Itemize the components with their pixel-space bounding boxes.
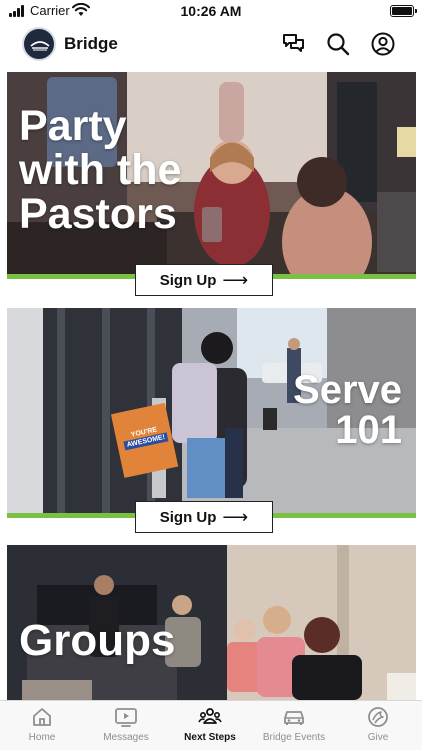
people-icon [198, 708, 222, 724]
sign-up-label: Sign Up [159, 508, 217, 526]
tab-label: Give [367, 732, 389, 743]
tab-bridge-events[interactable]: Bridge Events [252, 705, 336, 743]
give-icon [368, 707, 388, 727]
tab-label: Bridge Events [262, 732, 326, 743]
logo-icon[interactable] [22, 27, 56, 61]
tab-home[interactable]: Home [0, 705, 84, 743]
tab-messages[interactable]: Messages [84, 705, 168, 743]
bottom-tab-bar: Home Messages Next Steps Bridge Events G… [0, 700, 422, 750]
tab-next-steps[interactable]: Next Steps [168, 705, 252, 743]
status-bar: Carrier 10:26 AM [0, 0, 422, 22]
tab-label: Messages [103, 732, 149, 743]
arrow-right-icon: ⟶ [222, 270, 249, 290]
clock: 10:26 AM [180, 3, 242, 19]
card-title: Groups [19, 616, 176, 665]
profile-icon[interactable] [370, 31, 396, 57]
card-title: Serve 101 [293, 368, 402, 452]
home-icon [33, 708, 51, 726]
card-title: Party with the Pastors [19, 102, 182, 238]
chat-icon[interactable] [281, 31, 307, 57]
app-title: Bridge [64, 34, 118, 53]
tab-label: Home [28, 732, 56, 743]
event-card-party-with-pastors[interactable]: Party with the Pastors [7, 72, 416, 279]
tab-give[interactable]: Give [336, 705, 420, 743]
event-card-serve-101[interactable]: YOU'RE AWESOME! Serve 101 [7, 308, 416, 518]
battery-icon [390, 5, 417, 17]
event-card-groups[interactable]: Groups [7, 545, 416, 700]
car-icon [284, 711, 304, 725]
tab-label: Next Steps [184, 732, 236, 743]
sign-up-button[interactable]: Sign Up ⟶ [135, 264, 273, 296]
sign-up-button[interactable]: Sign Up ⟶ [135, 501, 273, 533]
app-header: Bridge [0, 22, 422, 66]
sign-up-label: Sign Up [159, 271, 217, 289]
arrow-right-icon: ⟶ [222, 507, 249, 527]
play-icon [115, 708, 137, 727]
search-icon[interactable] [325, 31, 351, 57]
